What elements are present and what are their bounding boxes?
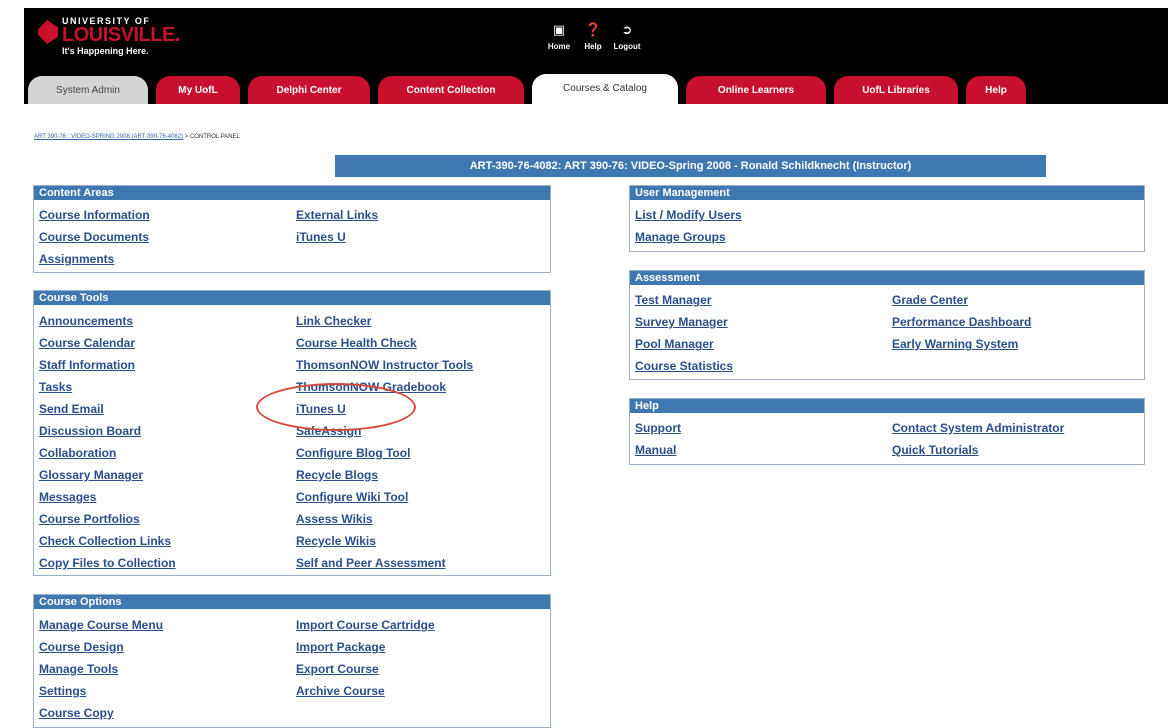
home-button[interactable]: ▣ Home	[542, 22, 576, 62]
link-check-collection-links[interactable]: Check Collection Links	[39, 534, 171, 548]
main-tabs: System Admin My UofL Delphi Center Conte…	[24, 74, 1168, 104]
link-send-email[interactable]: Send Email	[39, 402, 104, 416]
link-announcements[interactable]: Announcements	[39, 314, 133, 328]
logout-icon: ➲	[621, 22, 633, 37]
link-glossary-manager[interactable]: Glossary Manager	[39, 468, 143, 482]
link-manual[interactable]: Manual	[635, 443, 676, 457]
link-link-checker[interactable]: Link Checker	[296, 314, 371, 328]
link-configure-wiki-tool[interactable]: Configure Wiki Tool	[296, 490, 408, 504]
link-course-copy[interactable]: Course Copy	[39, 706, 114, 720]
breadcrumb-current: CONTROL PANEL	[189, 134, 240, 140]
help-button[interactable]: ❓ Help	[576, 22, 610, 62]
tab-my-uofl[interactable]: My UofL	[156, 76, 240, 104]
link-course-portfolios[interactable]: Course Portfolios	[39, 512, 140, 526]
link-test-manager[interactable]: Test Manager	[635, 293, 711, 307]
logout-button[interactable]: ➲ Logout	[610, 22, 644, 62]
link-settings[interactable]: Settings	[39, 684, 86, 698]
link-manage-course-menu[interactable]: Manage Course Menu	[39, 618, 163, 632]
cardinal-logo-icon	[38, 20, 58, 44]
link-configure-blog-tool[interactable]: Configure Blog Tool	[296, 446, 410, 460]
link-import-package[interactable]: Import Package	[296, 640, 385, 654]
tab-delphi-center[interactable]: Delphi Center	[248, 76, 370, 104]
link-course-information[interactable]: Course Information	[39, 208, 150, 222]
panel-course-options: Course Options Manage Course Menu Course…	[33, 594, 551, 728]
link-collaboration[interactable]: Collaboration	[39, 446, 116, 460]
link-discussion-board[interactable]: Discussion Board	[39, 424, 141, 438]
link-messages[interactable]: Messages	[39, 490, 96, 504]
help-icon: ❓	[585, 22, 602, 37]
tab-courses-catalog[interactable]: Courses & Catalog	[532, 74, 678, 104]
link-course-statistics[interactable]: Course Statistics	[635, 359, 733, 373]
home-icon: ▣	[552, 22, 566, 37]
link-grade-center[interactable]: Grade Center	[892, 293, 968, 307]
tab-uofl-libraries[interactable]: UofL Libraries	[834, 76, 958, 104]
panel-header-user-management: User Management	[630, 186, 1144, 200]
link-course-health-check[interactable]: Course Health Check	[296, 336, 417, 350]
panel-header-help: Help	[630, 399, 1144, 413]
tab-system-admin[interactable]: System Admin	[28, 76, 148, 104]
link-staff-information[interactable]: Staff Information	[39, 358, 135, 372]
link-archive-course[interactable]: Archive Course	[296, 684, 385, 698]
link-support[interactable]: Support	[635, 421, 681, 435]
breadcrumb: ART 390-76 : VIDEO-SPRING 2008 (ART-390-…	[34, 134, 240, 140]
link-course-documents[interactable]: Course Documents	[39, 230, 149, 244]
link-survey-manager[interactable]: Survey Manager	[635, 315, 728, 329]
university-logo[interactable]: UNIVERSITY OF LOUISVILLE. It's Happening…	[38, 14, 238, 60]
tab-help[interactable]: Help	[966, 76, 1026, 104]
link-external-links[interactable]: External Links	[296, 208, 378, 222]
home-label: Home	[547, 42, 571, 51]
link-recycle-blogs[interactable]: Recycle Blogs	[296, 468, 378, 482]
link-thomsonnow-instructor-tools[interactable]: ThomsonNOW Instructor Tools	[296, 358, 473, 372]
link-performance-dashboard[interactable]: Performance Dashboard	[892, 315, 1031, 329]
link-course-calendar[interactable]: Course Calendar	[39, 336, 135, 350]
panel-content-areas: Content Areas Course Information Course …	[33, 185, 551, 273]
panel-help: Help Support Manual Contact System Admin…	[629, 398, 1145, 465]
panel-header-assessment: Assessment	[630, 271, 1144, 285]
panel-assessment: Assessment Test Manager Survey Manager P…	[629, 270, 1145, 380]
breadcrumb-separator: >	[184, 134, 189, 140]
link-import-course-cartridge[interactable]: Import Course Cartridge	[296, 618, 435, 632]
breadcrumb-course-link[interactable]: ART 390-76 : VIDEO-SPRING 2008 (ART-390-…	[34, 134, 183, 140]
logo-main-text: LOUISVILLE.	[62, 24, 180, 46]
link-pool-manager[interactable]: Pool Manager	[635, 337, 714, 351]
link-copy-files-to-collection[interactable]: Copy Files to Collection	[39, 556, 176, 570]
tab-online-learners[interactable]: Online Learners	[686, 76, 826, 104]
help-label: Help	[584, 42, 602, 51]
link-self-and-peer-assessment[interactable]: Self and Peer Assessment	[296, 556, 446, 570]
link-contact-system-administrator[interactable]: Contact System Administrator	[892, 421, 1064, 435]
link-export-course[interactable]: Export Course	[296, 662, 379, 676]
utility-nav: ▣ Home ❓ Help ➲ Logout	[542, 22, 682, 62]
link-assignments[interactable]: Assignments	[39, 252, 114, 266]
link-manage-tools[interactable]: Manage Tools	[39, 662, 118, 676]
panel-course-tools: Course Tools Announcements Course Calend…	[33, 290, 551, 576]
link-list-modify-users[interactable]: List / Modify Users	[635, 208, 742, 222]
panel-user-management: User Management List / Modify Users Mana…	[629, 185, 1145, 252]
link-manage-groups[interactable]: Manage Groups	[635, 230, 726, 244]
link-quick-tutorials[interactable]: Quick Tutorials	[892, 443, 978, 457]
link-course-design[interactable]: Course Design	[39, 640, 124, 654]
link-tasks[interactable]: Tasks	[39, 380, 72, 394]
logo-tagline: It's Happening Here.	[62, 46, 149, 56]
link-recycle-wikis[interactable]: Recycle Wikis	[296, 534, 376, 548]
panel-header-content-areas: Content Areas	[34, 186, 550, 200]
course-title-banner: ART-390-76-4082: ART 390-76: VIDEO-Sprin…	[335, 155, 1046, 177]
link-early-warning-system[interactable]: Early Warning System	[892, 337, 1018, 351]
logout-label: Logout	[613, 42, 641, 51]
link-assess-wikis[interactable]: Assess Wikis	[296, 512, 373, 526]
tab-content-collection[interactable]: Content Collection	[378, 76, 524, 104]
top-header: UNIVERSITY OF LOUISVILLE. It's Happening…	[24, 8, 1168, 104]
link-itunes-u-content[interactable]: iTunes U	[296, 230, 346, 244]
annotation-circle-itunes-u	[256, 383, 416, 431]
panel-header-course-options: Course Options	[34, 595, 550, 609]
panel-header-course-tools: Course Tools	[34, 291, 550, 305]
